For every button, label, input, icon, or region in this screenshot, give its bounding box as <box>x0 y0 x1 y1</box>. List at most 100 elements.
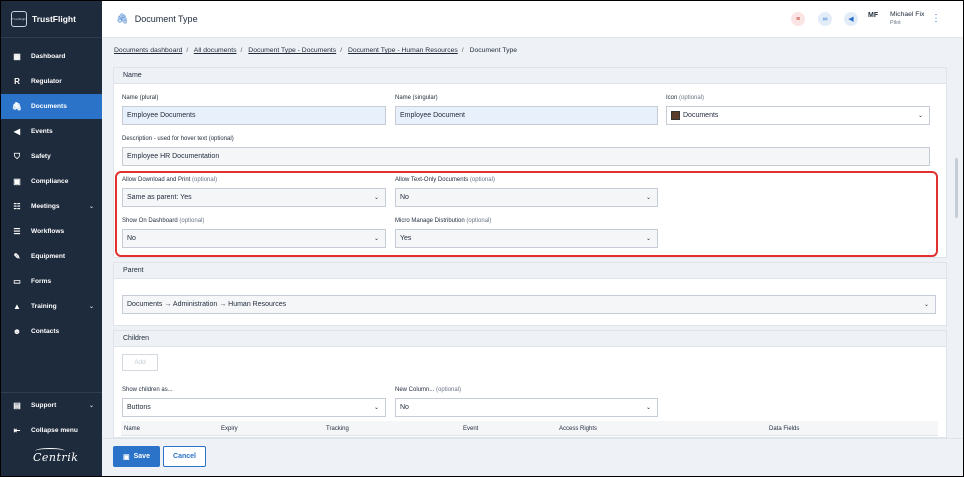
sidebar-item-support[interactable]: ▤ Support ⌄ <box>1 393 102 418</box>
column-header-name[interactable]: Name <box>124 426 140 432</box>
cancel-button[interactable]: Cancel <box>163 446 206 467</box>
parent-value: Documents → Administration → Human Resou… <box>127 301 287 308</box>
breadcrumb-doctype-hr[interactable]: Document Type - Human Resources <box>348 47 458 54</box>
chevron-down-icon: ⌄ <box>88 204 94 210</box>
sidebar-item-label: Documents <box>31 103 67 110</box>
graduation-cap-icon: ▲ <box>13 302 21 311</box>
icon-select-value: Documents <box>683 112 719 119</box>
column-header-access-rights[interactable]: Access Rights <box>559 426 597 432</box>
chevron-down-icon: ⌄ <box>923 302 929 308</box>
chevron-down-icon: ⌄ <box>645 405 651 411</box>
column-header-expiry[interactable]: Expiry <box>221 426 238 432</box>
sidebar-bottom: ▤ Support ⌄ ⇤ Collapse menu <box>1 392 102 443</box>
contacts-icon: ☻ <box>12 327 22 336</box>
new-column-label: New Column... (optional) <box>395 387 462 393</box>
brand[interactable]: TrustFlight TrustFlight <box>1 1 102 38</box>
chevron-down-icon: ⌄ <box>917 113 923 119</box>
sidebar-item-label: Workflows <box>31 228 65 235</box>
shield-icon: ⛉ <box>14 151 20 161</box>
sidebar-item-forms[interactable]: ▭ Forms <box>1 269 102 294</box>
chevron-down-icon: ⌄ <box>373 405 379 411</box>
kebab-menu-icon[interactable]: ⋮ <box>931 13 941 24</box>
trustflight-logo-icon: TrustFlight <box>11 11 27 27</box>
chevron-down-icon: ⌄ <box>88 304 94 310</box>
sidebar-item-safety[interactable]: ⛉ Safety <box>1 144 102 169</box>
sidebar-item-label: Meetings <box>31 203 60 210</box>
stack-icon[interactable]: ≡ <box>791 12 805 26</box>
page-title: Document Type <box>134 14 198 24</box>
sidebar-item-label: Dashboard <box>31 53 66 60</box>
workflow-icon: ☰ <box>13 227 21 236</box>
megaphone-icon[interactable]: ◀ <box>844 12 858 26</box>
panel-heading: Name <box>114 68 946 84</box>
compliance-icon: ▣ <box>13 177 21 186</box>
new-column-select[interactable]: No ⌄ <box>395 398 658 417</box>
paperclip-icon: 🖇 <box>11 102 23 111</box>
form-footer: ▣ Save Cancel <box>102 438 963 476</box>
breadcrumb-doctype-documents[interactable]: Document Type - Documents <box>248 47 336 54</box>
document-thumbnail-icon <box>671 111 680 120</box>
chevron-down-icon: ⌄ <box>88 403 94 409</box>
sidebar-item-label: Support <box>31 402 57 409</box>
sidebar-item-label: Forms <box>31 278 52 285</box>
name-singular-input[interactable]: Employee Document <box>395 106 658 125</box>
parent-select[interactable]: Documents → Administration → Human Resou… <box>122 295 936 314</box>
panel-heading: Children <box>114 331 946 347</box>
sidebar-item-label: Contacts <box>31 328 60 335</box>
name-plural-input[interactable]: Employee Documents <box>122 106 386 125</box>
new-column-value: No <box>400 404 409 411</box>
show-children-label: Show children as... <box>122 387 173 393</box>
user-name[interactable]: Michael Fix <box>890 11 924 18</box>
sidebar-item-equipment[interactable]: ✎ Equipment <box>1 244 102 269</box>
save-icon: ▣ <box>123 453 130 461</box>
sidebar-item-regulator[interactable]: R Regulator <box>1 69 102 94</box>
sidebar-item-label: Safety <box>31 153 51 160</box>
meetings-icon: ☷ <box>13 202 21 211</box>
breadcrumb-all-documents[interactable]: All documents <box>194 47 237 54</box>
show-children-select[interactable]: Buttons ⌄ <box>122 398 386 417</box>
paperclip-icon: 🖇 <box>116 13 129 25</box>
collapse-icon: ⇤ <box>13 426 21 435</box>
link-icon[interactable]: ∞ <box>818 12 832 26</box>
description-label: Description - used for hover text (optio… <box>122 136 234 142</box>
column-header-tracking[interactable]: Tracking <box>326 426 349 432</box>
sidebar-item-contacts[interactable]: ☻ Contacts <box>1 319 102 344</box>
scrollbar[interactable] <box>955 158 958 218</box>
save-button[interactable]: ▣ Save <box>113 446 160 467</box>
description-input[interactable]: Employee HR Documentation <box>122 147 930 166</box>
avatar[interactable]: MF <box>868 12 878 19</box>
sidebar-nav: ▦ Dashboard R Regulator 🖇 Documents ◀ Events… <box>1 44 102 344</box>
children-table-header <box>121 421 938 436</box>
megaphone-icon: ◀ <box>13 127 21 136</box>
breadcrumb-documents-dashboard[interactable]: Documents dashboard <box>114 47 182 54</box>
sidebar-item-label: Collapse menu <box>31 427 78 434</box>
user-role: Pilot <box>890 20 901 26</box>
collapse-menu-button[interactable]: ⇤ Collapse menu <box>1 418 102 443</box>
centrik-logo: Centrik <box>33 451 79 464</box>
sidebar-item-dashboard[interactable]: ▦ Dashboard <box>1 44 102 69</box>
show-children-value: Buttons <box>127 404 151 411</box>
support-icon: ▤ <box>13 401 21 410</box>
sidebar-item-workflows[interactable]: ☰ Workflows <box>1 219 102 244</box>
wrench-icon: ✎ <box>13 252 21 261</box>
sidebar-item-training[interactable]: ▲ Training ⌄ <box>1 294 102 319</box>
breadcrumb-current: Document Type <box>469 47 518 54</box>
name-singular-label: Name (singular) <box>395 95 438 101</box>
sidebar-item-meetings[interactable]: ☷ Meetings ⌄ <box>1 194 102 219</box>
icon-select[interactable]: Documents ⌄ <box>666 106 930 125</box>
dashboard-icon: ▦ <box>13 52 21 61</box>
parent-panel: Parent <box>113 262 947 326</box>
app-window: TrustFlight TrustFlight ▦ Dashboard R Regu… <box>1 1 963 476</box>
save-label: Save <box>133 453 150 460</box>
sidebar-item-documents[interactable]: 🖇 Documents <box>1 94 102 119</box>
sidebar-item-label: Training <box>31 303 57 310</box>
column-header-event[interactable]: Event <box>463 426 478 432</box>
sidebar-item-events[interactable]: ◀ Events <box>1 119 102 144</box>
panel-heading: Parent <box>114 263 946 279</box>
column-header-data-fields[interactable]: Data Fields <box>769 426 799 432</box>
regulator-icon: R <box>14 77 20 86</box>
add-child-button[interactable]: Add <box>122 354 158 371</box>
sidebar-item-compliance[interactable]: ▣ Compliance <box>1 169 102 194</box>
sidebar-item-label: Events <box>31 128 53 135</box>
sidebar-item-label: Equipment <box>31 253 66 260</box>
